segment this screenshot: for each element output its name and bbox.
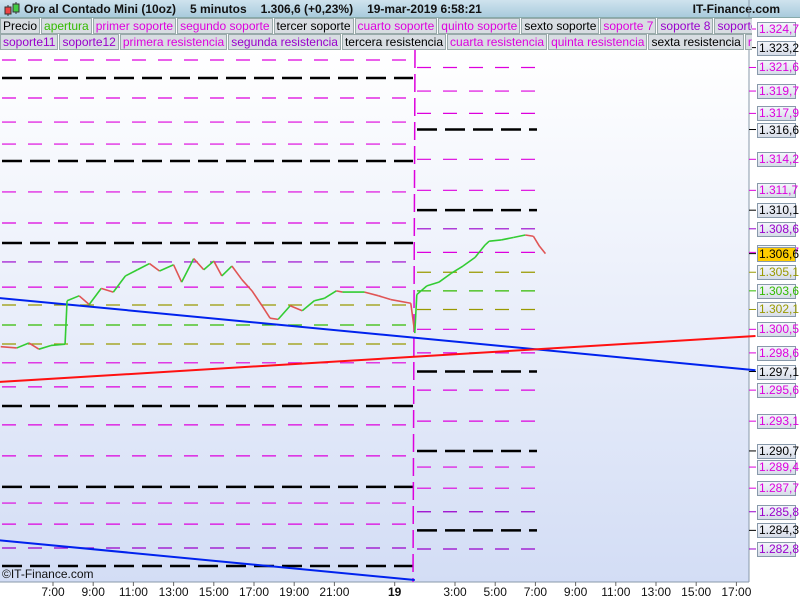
legend-item[interactable]: resistencia7 [744,34,752,50]
time-label: 19:00 [279,585,310,599]
legend-item[interactable]: soporte12 [59,34,119,50]
legend-item[interactable]: apertura [41,18,92,34]
time-label: 9:00 [563,585,588,599]
time-label: 11:00 [118,585,148,599]
legend-item[interactable]: sexta resistencia [648,34,744,50]
time-label: 19 [388,585,402,599]
plot-background [0,50,749,582]
price-level-label: 1.287,7 [757,481,800,497]
price-level-label: 1.285,8 [757,504,800,520]
price-level-label: 1.321,6 [757,60,800,76]
time-label: 21:00 [319,585,350,599]
legend-item[interactable]: segunda resistencia [228,34,341,50]
price-level-label: 1.314,2 [757,152,800,168]
price-level-label: 1.300,5 [757,322,800,338]
price-level-label: 1.317,9 [757,106,800,122]
price-level-label: 1.324,7 [757,22,800,37]
time-label: 9:00 [81,585,105,599]
time-label: 7:00 [523,585,548,599]
price-level-label: 1.323,2 [757,40,800,56]
time-label: 17:00 [721,585,752,599]
legend-item[interactable]: soporte 8 [657,18,714,34]
price-level-label: 1.311,7 [757,183,799,199]
time-label: 5:00 [483,585,507,599]
price-level-label: 1.308,6 [757,221,800,237]
price-level-label: 1.303,6 [757,283,800,299]
price-level-label: 1.289,4 [757,460,800,476]
legend-item[interactable]: cuarto soporte [354,18,438,34]
legend-item[interactable]: Precio [0,18,41,34]
legend-item[interactable]: tercer soporte [273,18,354,34]
legend-item[interactable]: soporte9 [714,18,752,34]
legend-item[interactable]: quinto soporte [438,18,521,34]
price-level-label: 1.305,1 [757,265,800,281]
time-label: 3:00 [443,585,467,599]
legend-item[interactable]: primer soporte [92,18,177,34]
legend-item[interactable]: tercera resistencia [341,34,447,50]
legend-item[interactable]: cuarta resistencia [447,34,548,50]
price-level-label: 1.302,1 [757,302,800,318]
legend-item[interactable]: quinta resistencia [548,34,648,50]
time-label: 13:00 [158,585,189,599]
legend-item[interactable]: sexto soporte [521,18,600,34]
price-level-label: 1.316,6 [757,122,800,138]
price-chart[interactable] [0,0,800,600]
legend-item[interactable]: soporte11 [0,34,59,50]
time-label: 11:00 [601,585,631,599]
time-label: 17:00 [238,585,270,599]
price-level-label: 1.319,7 [757,84,800,100]
legend-item[interactable]: primera resistencia [119,34,228,50]
price-level-label: 1.284,3 [757,523,800,539]
price-level-label: 1.293,1 [757,414,800,430]
price-level-label: 1.295,6 [757,383,800,399]
copyright: ©IT-Finance.com [2,567,94,581]
legend-item[interactable]: soporte 7 [600,18,657,34]
time-label: 15:00 [198,585,229,599]
price-level-label: 1.298,6 [757,345,800,361]
legend-row-2: soporte11 soporte12 primera resistencia seg… [0,34,752,50]
legend-row-1: Precio apertura primer soporte segundo sopo… [0,18,752,34]
price-level-label: 1.290,7 [757,443,800,459]
legend-item[interactable]: segundo soporte [177,18,273,34]
price-level-label: 1.282,8 [757,541,800,557]
price-level-label: 1.297,1 [757,364,800,380]
time-label: 7:00 [41,585,65,599]
time-label: 15:00 [681,585,712,599]
price-level-label: 1.310,1 [757,203,800,219]
time-label: 13:00 [640,585,672,599]
current-price-label: 1.306,6 [757,246,800,262]
